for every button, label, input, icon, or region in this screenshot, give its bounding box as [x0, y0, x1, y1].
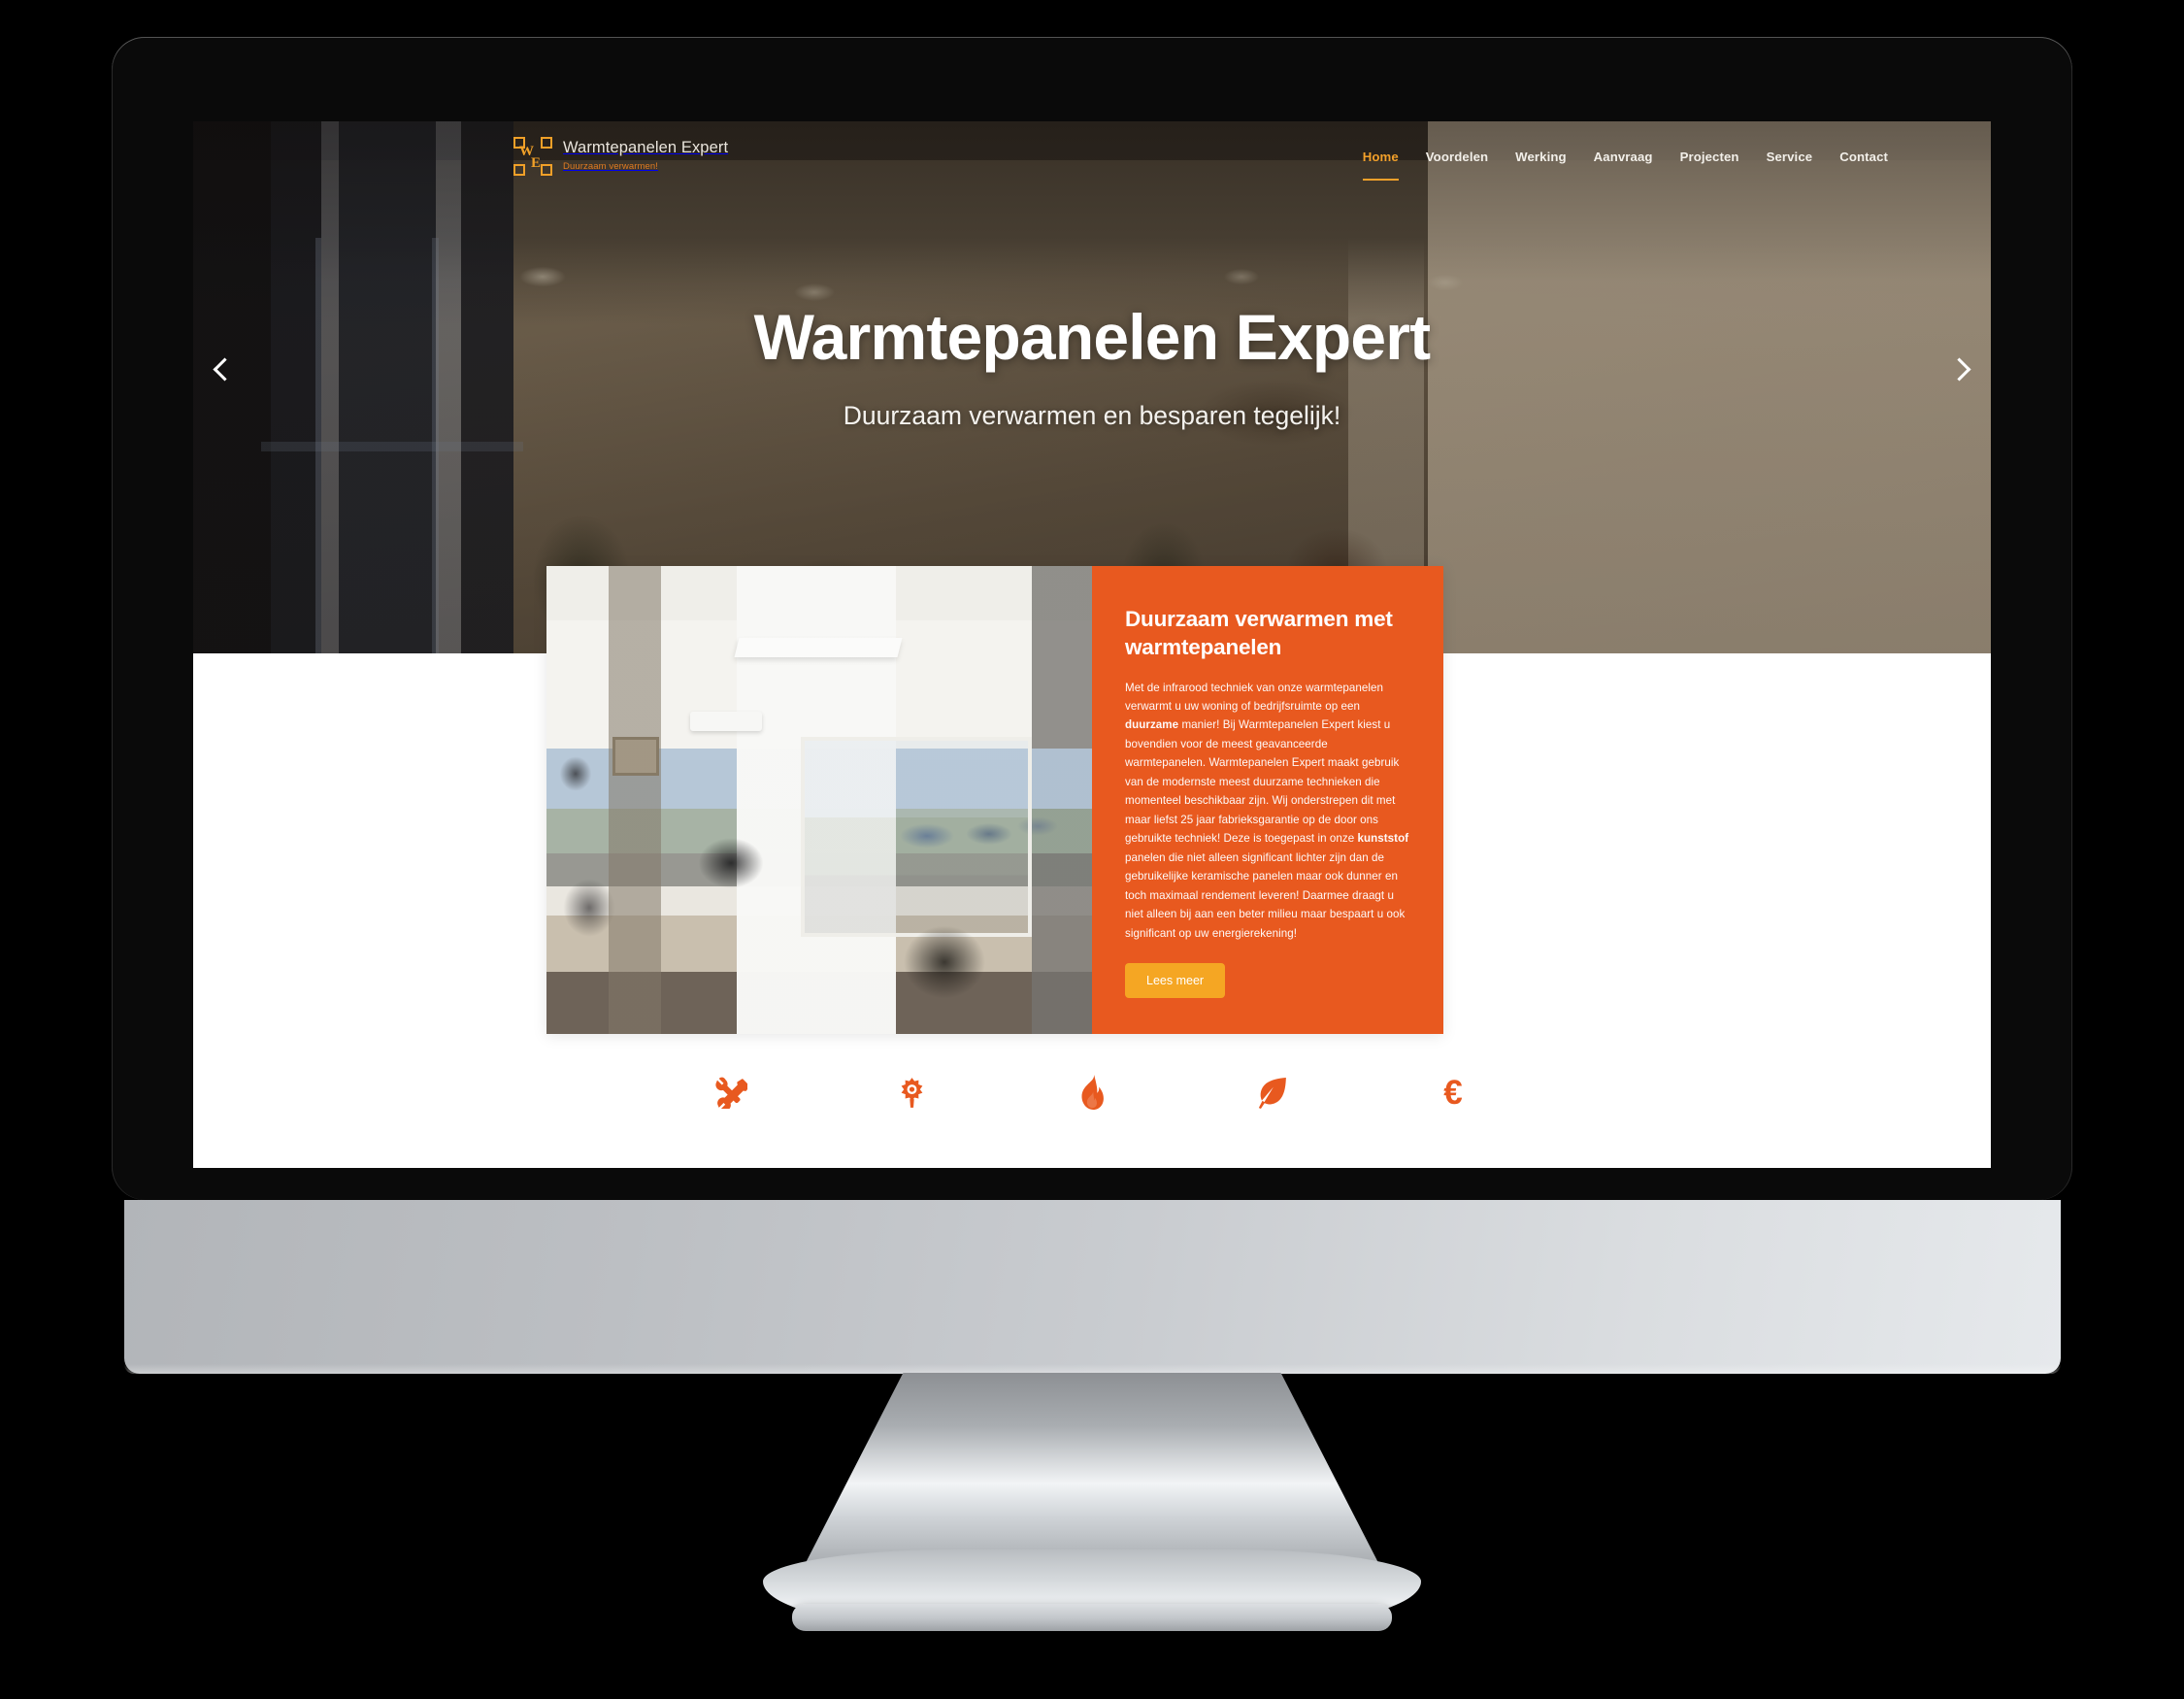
monitor-stand-base	[792, 1604, 1392, 1631]
brand-text-block: Warmtepanelen Expert Duurzaam verwarmen!	[563, 138, 729, 174]
feature-card-title: Duurzaam verwarmen met warmtepanelen	[1125, 607, 1393, 660]
monitor-chin	[124, 1200, 2061, 1374]
feature-card: Duurzaam verwarmen met warmtepanelen Met…	[546, 566, 1443, 1034]
icon-cell-flame[interactable]	[1002, 1075, 1182, 1110]
hero-copy-block: Warmtepanelen Expert Duurzaam verwarmen …	[193, 300, 1991, 431]
feature-photo-furniture	[546, 566, 1092, 1034]
brand-logo-link[interactable]: W E Warmtepanelen Expert Duurzaam verwar…	[513, 137, 728, 176]
flame-icon	[1081, 1075, 1104, 1110]
feature-text-part-2: manier! Bij Warmtepanelen Expert kiest u…	[1125, 718, 1400, 846]
lower-content-section: Duurzaam verwarmen met warmtepanelen Met…	[193, 566, 1991, 1168]
hero-title: Warmtepanelen Expert	[753, 301, 1432, 373]
feature-icon-strip: €	[193, 1075, 1991, 1110]
carousel-next-arrow-icon[interactable]	[1939, 347, 1984, 391]
feature-card-photo	[546, 566, 1092, 1034]
feature-text-bold-1: duurzame	[1125, 718, 1179, 732]
nav-item-contact[interactable]: Contact	[1826, 150, 1902, 164]
feature-text-part-1: Met de infrarood techniek van onze warmt…	[1125, 681, 1383, 713]
hero-subtitle: Duurzaam verwarmen en besparen tegelijk!	[843, 401, 1341, 430]
leaf-icon	[1258, 1077, 1286, 1109]
tools-icon	[715, 1077, 747, 1109]
screen-viewport: W E Warmtepanelen Expert Duurzaam verwar…	[193, 121, 1991, 1168]
nav-item-projecten[interactable]: Projecten	[1667, 150, 1753, 164]
monitor-bezel: W E Warmtepanelen Expert Duurzaam verwar…	[112, 37, 2072, 1200]
carousel-prev-arrow-icon[interactable]	[200, 347, 245, 391]
feature-text-bold-2: kunststof	[1357, 832, 1409, 846]
nav-item-service[interactable]: Service	[1753, 150, 1827, 164]
nav-item-werking[interactable]: Werking	[1502, 150, 1579, 164]
screenshot-stage: W E Warmtepanelen Expert Duurzaam verwar…	[0, 0, 2184, 1699]
feature-card-body: Duurzaam verwarmen met warmtepanelen Met…	[1092, 566, 1443, 1034]
brand-tagline: Duurzaam verwarmen!	[563, 160, 658, 172]
icon-cell-euro[interactable]: €	[1363, 1076, 1543, 1110]
nav-item-home[interactable]: Home	[1349, 150, 1412, 181]
nav-item-aanvraag[interactable]: Aanvraag	[1580, 150, 1667, 164]
feature-text-part-3: panelen die niet alleen significant lich…	[1125, 850, 1406, 940]
lees-meer-button[interactable]: Lees meer	[1125, 963, 1226, 999]
euro-icon: €	[1443, 1073, 1463, 1112]
main-navigation: Home Voordelen Werking Aanvraag Projecte…	[1349, 150, 1902, 181]
brand-logo-icon: W E	[513, 137, 552, 176]
icon-cell-sun[interactable]	[821, 1077, 1002, 1109]
icon-cell-leaf[interactable]	[1182, 1076, 1363, 1109]
nav-item-voordelen[interactable]: Voordelen	[1412, 150, 1502, 164]
site-header: W E Warmtepanelen Expert Duurzaam verwar…	[193, 121, 1991, 191]
feature-card-paragraph: Met de infrarood techniek van onze warmt…	[1125, 679, 1410, 944]
brand-title: Warmtepanelen Expert	[563, 138, 729, 156]
brand-mark-letter-e: E	[531, 155, 542, 171]
icon-cell-tools[interactable]	[641, 1076, 821, 1109]
sun-icon	[901, 1077, 922, 1108]
